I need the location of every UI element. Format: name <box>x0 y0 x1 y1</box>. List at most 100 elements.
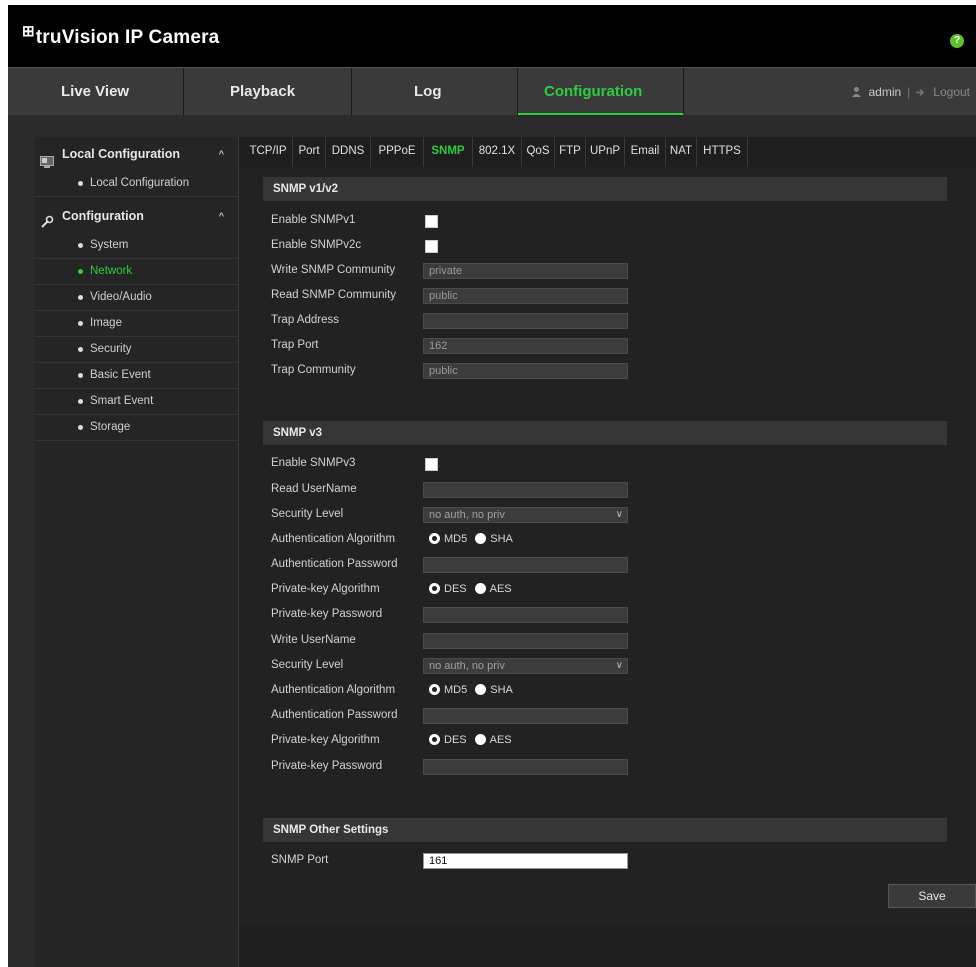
main-panel: TCP/IP Port DDNS PPPoE SNMP 802.1X QoS F… <box>238 137 976 967</box>
app-window: ⊞truVision IP Camera ? Live View Playbac… <box>8 5 976 967</box>
sidebar-item-video-audio[interactable]: Video/Audio <box>34 285 238 311</box>
read-privkey-algo-label: Private-key Algorithm <box>271 583 380 595</box>
write-community-input[interactable]: private <box>423 263 628 279</box>
content-area: Local Configuration ^ Local Configuratio… <box>8 115 976 967</box>
subtab-tcpip[interactable]: TCP/IP <box>244 137 293 167</box>
read-security-level-select[interactable]: no auth, no priv ∨ <box>423 507 628 523</box>
help-icon[interactable]: ? <box>950 34 964 48</box>
radio-des[interactable] <box>429 582 440 594</box>
radio-des[interactable] <box>429 733 440 745</box>
sidebar-item-security[interactable]: Security <box>34 337 238 363</box>
write-username-input[interactable] <box>423 633 628 649</box>
read-auth-password-label: Authentication Password <box>271 558 398 570</box>
read-privkey-algo-radios: DES AES <box>429 581 520 597</box>
radio-md5-label: MD5 <box>444 533 468 545</box>
app-title: truVision IP Camera <box>35 27 220 48</box>
read-privkey-password-input[interactable] <box>423 607 628 623</box>
radio-sha-label: SHA <box>490 684 513 696</box>
sidebar-item-system[interactable]: System <box>34 233 238 259</box>
user-icon <box>851 69 862 117</box>
network-subtabs: TCP/IP Port DDNS PPPoE SNMP 802.1X QoS F… <box>238 137 838 167</box>
subtab-email[interactable]: Email <box>625 137 666 167</box>
write-community-label: Write SNMP Community <box>271 264 396 276</box>
write-username-label: Write UserName <box>271 634 356 646</box>
tab-live-view[interactable]: Live View <box>8 68 184 116</box>
radio-md5[interactable] <box>429 683 440 695</box>
radio-aes[interactable] <box>474 733 486 745</box>
write-privkey-algo-radios: DES AES <box>429 732 520 748</box>
radio-sha-label: SHA <box>490 533 513 545</box>
top-bar: ⊞truVision IP Camera ? <box>8 5 976 67</box>
write-auth-algo-radios: MD5 SHA <box>429 682 521 698</box>
read-username-label: Read UserName <box>271 483 357 495</box>
radio-sha[interactable] <box>475 683 487 695</box>
write-privkey-algo-label: Private-key Algorithm <box>271 734 380 746</box>
tab-playback[interactable]: Playback <box>184 68 352 116</box>
section-header-snmp-v1v2: SNMP v1/v2 <box>263 177 947 201</box>
write-auth-password-input[interactable] <box>423 708 628 724</box>
enable-snmpv3-checkbox[interactable] <box>425 458 438 471</box>
username: admin <box>868 85 902 99</box>
snmp-port-input[interactable]: 161 <box>423 853 628 869</box>
read-auth-algo-radios: MD5 SHA <box>429 531 521 547</box>
subtab-https[interactable]: HTTPS <box>697 137 748 167</box>
content-inner: Local Configuration ^ Local Configuratio… <box>34 137 976 967</box>
sidebar-item-network[interactable]: Network <box>34 259 238 285</box>
radio-aes[interactable] <box>474 582 486 594</box>
radio-sha[interactable] <box>475 532 487 544</box>
app-logo: ⊞truVision IP Camera <box>22 23 220 49</box>
read-privkey-password-label: Private-key Password <box>271 608 383 620</box>
enable-snmpv1-checkbox[interactable] <box>425 215 438 228</box>
sidebar-item-storage[interactable]: Storage <box>34 415 238 441</box>
subtab-snmp[interactable]: SNMP <box>424 137 473 167</box>
save-button[interactable]: Save <box>888 884 976 908</box>
sidebar-item-image[interactable]: Image <box>34 311 238 337</box>
tab-configuration[interactable]: Configuration <box>518 68 684 116</box>
write-security-level-select[interactable]: no auth, no priv ∨ <box>423 658 628 674</box>
trap-port-input[interactable]: 162 <box>423 338 628 354</box>
subtab-upnp[interactable]: UPnP <box>586 137 625 167</box>
subtab-qos[interactable]: QoS <box>522 137 555 167</box>
read-auth-password-input[interactable] <box>423 557 628 573</box>
radio-md5-label: MD5 <box>444 684 468 696</box>
subtab-ftp[interactable]: FTP <box>555 137 586 167</box>
write-auth-password-label: Authentication Password <box>271 709 398 721</box>
write-privkey-password-label: Private-key Password <box>271 760 383 772</box>
sidebar-header-local[interactable]: Local Configuration ^ <box>34 137 238 171</box>
trap-address-input[interactable] <box>423 313 628 329</box>
enable-snmpv2c-checkbox[interactable] <box>425 240 438 253</box>
tab-log[interactable]: Log <box>352 68 518 116</box>
logo-mark-icon: ⊞ <box>22 23 35 40</box>
read-username-input[interactable] <box>423 482 628 498</box>
sidebar-header-local-label: Local Configuration <box>62 147 181 161</box>
subtab-pppoe[interactable]: PPPoE <box>371 137 424 167</box>
section-header-snmp-other: SNMP Other Settings <box>263 818 947 842</box>
collapse-caret-icon[interactable]: ^ <box>219 137 224 171</box>
subtab-nat[interactable]: NAT <box>666 137 697 167</box>
subtab-ddns[interactable]: DDNS <box>326 137 371 167</box>
section-header-snmp-v3: SNMP v3 <box>263 421 947 445</box>
subtab-8021x[interactable]: 802.1X <box>473 137 522 167</box>
sidebar-item-basic-event[interactable]: Basic Event <box>34 363 238 389</box>
trap-community-input[interactable]: public <box>423 363 628 379</box>
chevron-down-icon: ∨ <box>615 660 623 671</box>
logout-link[interactable]: Logout <box>933 85 970 99</box>
sidebar-header-configuration[interactable]: Configuration ^ <box>34 199 238 233</box>
sidebar-item-local-configuration[interactable]: Local Configuration <box>34 171 238 197</box>
radio-aes-label: AES <box>489 734 512 746</box>
write-security-level-label: Security Level <box>271 659 344 671</box>
write-privkey-password-input[interactable] <box>423 759 628 775</box>
write-security-level-value: no auth, no priv <box>429 660 505 672</box>
read-security-level-label: Security Level <box>271 508 344 520</box>
enable-snmpv3-label: Enable SNMPv3 <box>271 457 356 469</box>
write-auth-algo-label: Authentication Algorithm <box>271 684 396 696</box>
snmp-settings-panel: SNMP v1/v2 Enable SNMPv1 Enable SNMPv2c … <box>238 168 976 927</box>
chevron-down-icon: ∨ <box>615 509 623 520</box>
trap-port-label: Trap Port <box>271 339 319 351</box>
sidebar-item-smart-event[interactable]: Smart Event <box>34 389 238 415</box>
collapse-caret-icon[interactable]: ^ <box>219 199 224 233</box>
enable-snmpv1-label: Enable SNMPv1 <box>271 214 356 226</box>
radio-md5[interactable] <box>429 532 440 544</box>
read-community-input[interactable]: public <box>423 288 628 304</box>
subtab-port[interactable]: Port <box>293 137 326 167</box>
